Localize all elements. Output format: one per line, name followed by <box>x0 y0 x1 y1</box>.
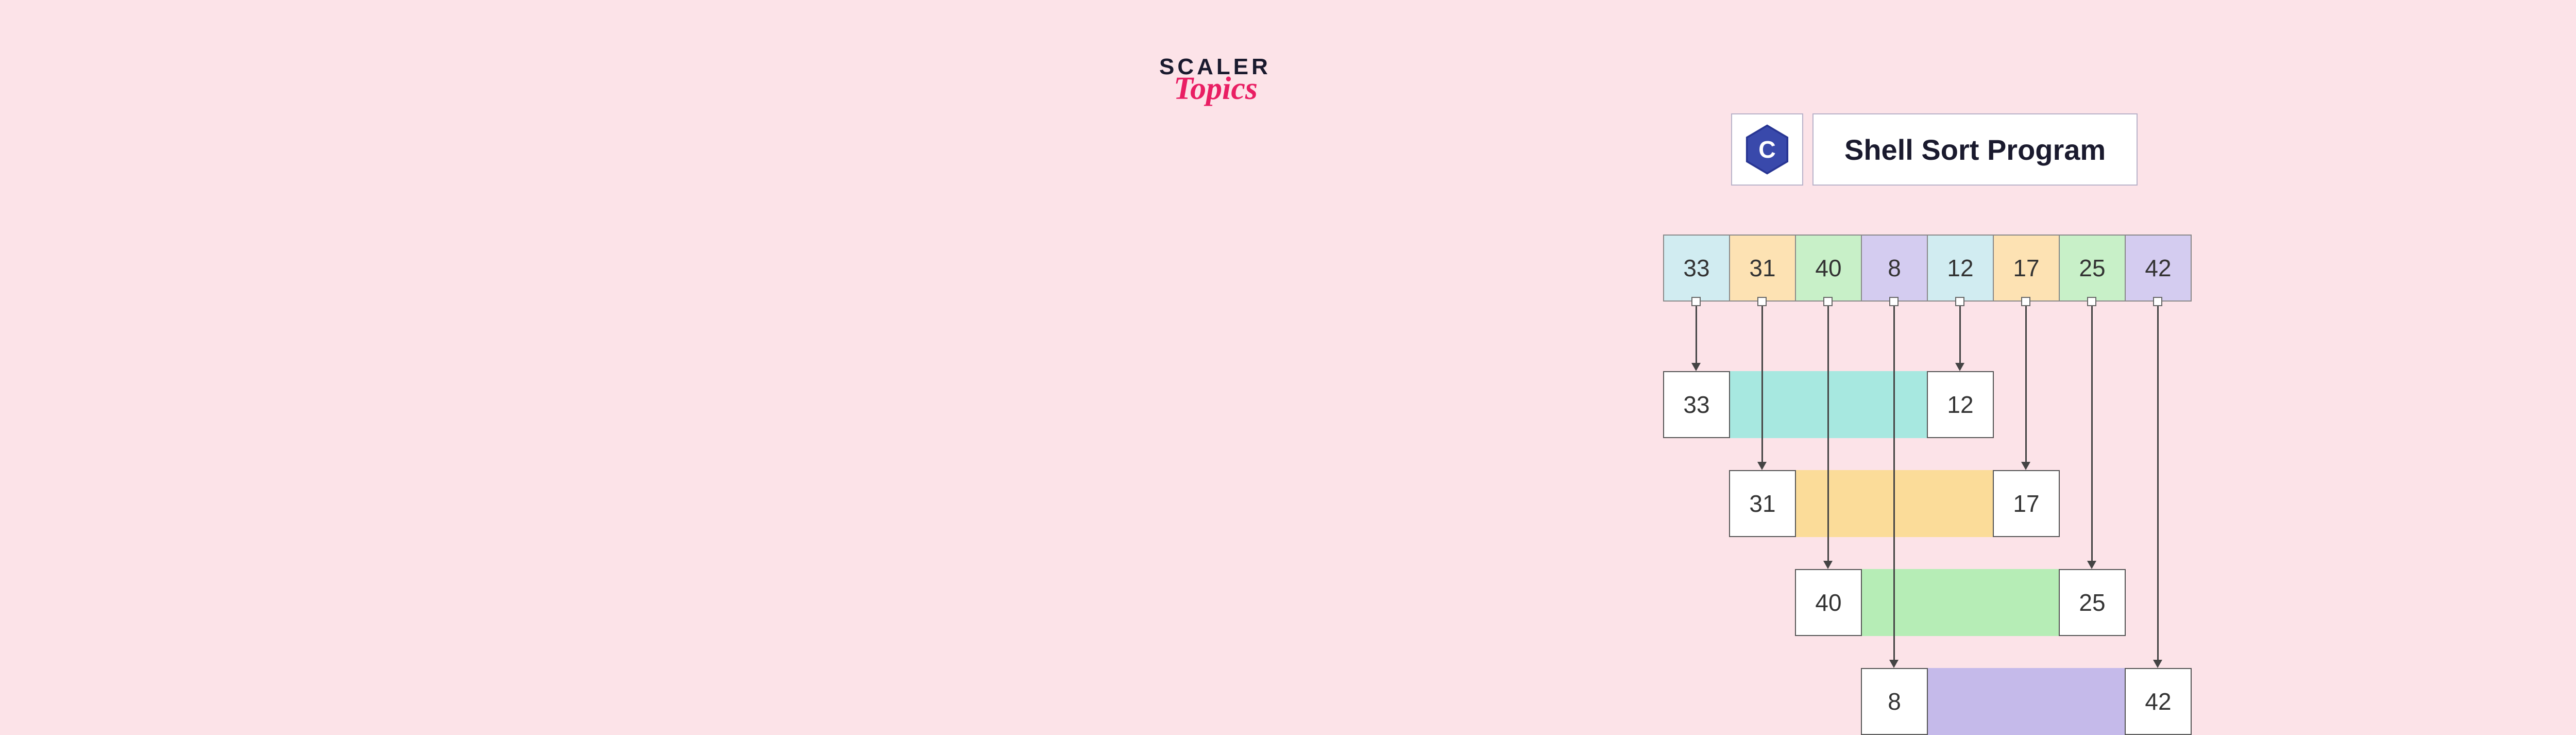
connector-icon <box>2021 297 2030 306</box>
array-cell: 25 <box>2059 235 2126 302</box>
connector-icon <box>2153 297 2162 306</box>
array-cell: 31 <box>1729 235 1796 302</box>
arrow-head-icon <box>2087 561 2096 569</box>
arrow-line <box>1761 306 1763 463</box>
arrow-line <box>2025 306 2027 463</box>
array-cell: 33 <box>1663 235 1730 302</box>
arrow-line <box>1696 306 1697 364</box>
sublist-cell: 8 <box>1861 668 1928 735</box>
arrow-head-icon <box>1955 363 1964 371</box>
array-cell: 8 <box>1861 235 1928 302</box>
sublist-cell: 42 <box>2125 668 2192 735</box>
scaler-topics-logo: SCALER Topics <box>1159 54 1340 107</box>
c-letter: C <box>1758 136 1776 163</box>
arrow-line <box>2157 306 2159 661</box>
arrow-line <box>1827 306 1829 562</box>
connector-icon <box>1889 297 1899 306</box>
logo-line2: Topics <box>1174 71 1340 107</box>
connector-icon <box>2087 297 2096 306</box>
connector-icon <box>1955 297 1964 306</box>
diagram-canvas: SCALER Topics C Shell Sort Program 33314… <box>0 0 2576 636</box>
arrow-line <box>1959 306 1961 364</box>
arrow-head-icon <box>2021 462 2030 470</box>
sublist-cell: 12 <box>1927 371 1994 438</box>
sublist-cell: 40 <box>1795 569 1862 636</box>
arrow-head-icon <box>1691 363 1701 371</box>
sublist-cell: 17 <box>1993 470 2060 537</box>
hexagon-icon: C <box>1744 124 1790 175</box>
sublist-cell: 25 <box>2059 569 2126 636</box>
diagram-title: Shell Sort Program <box>1812 113 2138 186</box>
diagram-header: C Shell Sort Program <box>1731 113 2138 186</box>
arrow-head-icon <box>1823 561 1833 569</box>
sublist-cell: 33 <box>1663 371 1730 438</box>
connector-icon <box>1691 297 1701 306</box>
sublist-band <box>1862 569 2059 636</box>
array-cell: 42 <box>2125 235 2192 302</box>
arrow-head-icon <box>2153 660 2162 668</box>
sublist-cell: 31 <box>1729 470 1796 537</box>
connector-icon <box>1823 297 1833 306</box>
sublist-band <box>1928 668 2125 735</box>
arrow-head-icon <box>1889 660 1899 668</box>
array-cell: 17 <box>1993 235 2060 302</box>
c-language-icon: C <box>1731 113 1803 186</box>
array-cell: 40 <box>1795 235 1862 302</box>
array-cell: 12 <box>1927 235 1994 302</box>
arrow-line <box>1893 306 1895 661</box>
arrow-head-icon <box>1757 462 1767 470</box>
main-array: 333140812172542 <box>1663 235 2192 302</box>
connector-icon <box>1757 297 1767 306</box>
arrow-line <box>2091 306 2093 562</box>
